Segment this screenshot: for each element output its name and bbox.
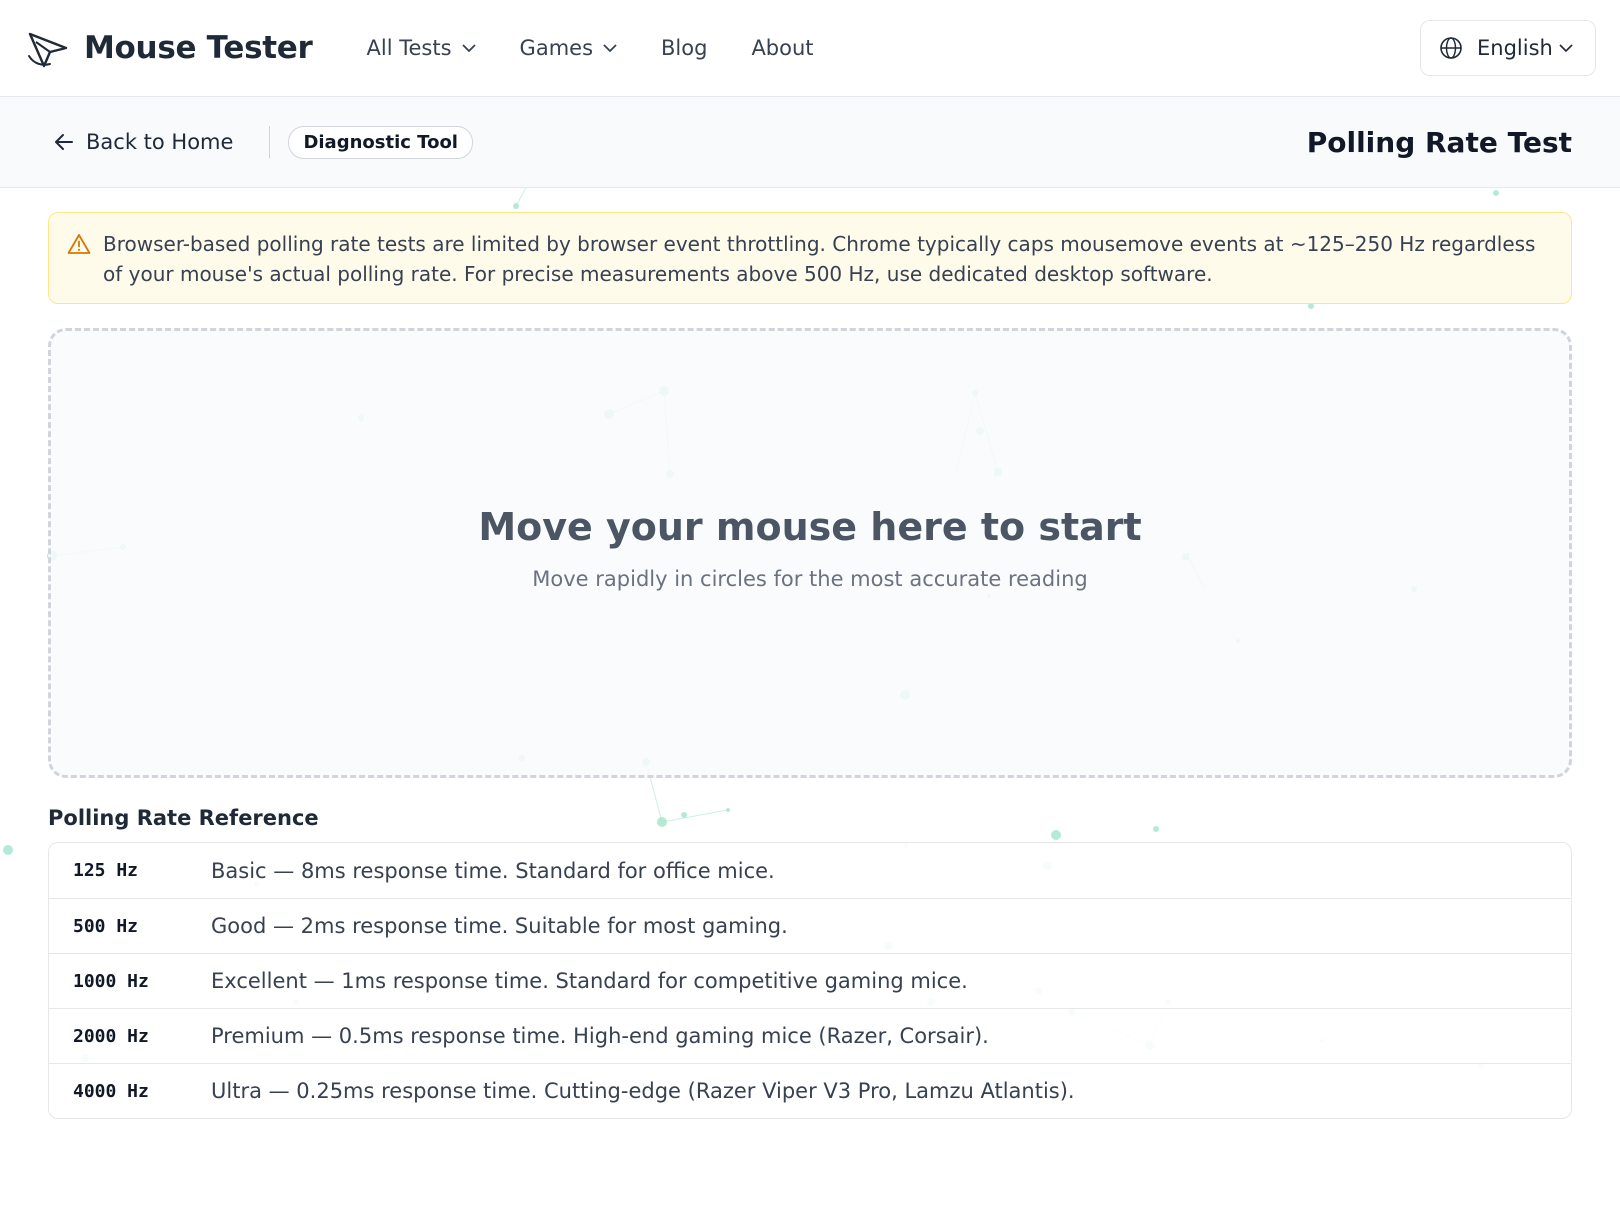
back-to-home-label: Back to Home xyxy=(86,130,234,154)
rate-value: 2000 Hz xyxy=(73,1025,149,1047)
nav-all-tests-label: All Tests xyxy=(366,36,452,60)
arrow-left-icon xyxy=(55,134,73,150)
table-row: 4000 Hz Ultra — 0.25ms response time. Cu… xyxy=(49,1063,1571,1118)
brand-name: Mouse Tester xyxy=(84,30,313,66)
table-row: 125 Hz Basic — 8ms response time. Standa… xyxy=(49,843,1571,898)
browser-limit-warning: Browser-based polling rate tests are lim… xyxy=(48,212,1572,304)
warning-triangle-icon xyxy=(67,234,91,254)
globe-icon xyxy=(1440,37,1462,59)
nav-all-tests[interactable]: All Tests xyxy=(367,36,476,60)
divider xyxy=(269,126,271,158)
reference-title: Polling Rate Reference xyxy=(48,806,319,830)
reference-table: 125 Hz Basic — 8ms response time. Standa… xyxy=(48,842,1572,1119)
page-title: Polling Rate Test xyxy=(1306,125,1572,159)
rate-description: Basic — 8ms response time. Standard for … xyxy=(211,858,775,883)
table-row: 500 Hz Good — 2ms response time. Suitabl… xyxy=(49,898,1571,953)
nav-about[interactable]: About xyxy=(751,36,813,60)
nav-about-label: About xyxy=(751,36,814,60)
test-area-subtitle: Move rapidly in circles for the most acc… xyxy=(532,567,1088,591)
rate-description: Excellent — 1ms response time. Standard … xyxy=(211,969,968,993)
table-row: 2000 Hz Premium — 0.5ms response time. H… xyxy=(49,1008,1571,1063)
language-selector[interactable]: English xyxy=(1420,20,1596,76)
rate-value: 1000 Hz xyxy=(73,970,149,992)
rate-description: Premium — 0.5ms response time. High-end … xyxy=(211,1024,989,1048)
nav-blog[interactable]: Blog xyxy=(661,36,707,60)
nav-blog-label: Blog xyxy=(661,36,708,60)
rate-value: 4000 Hz xyxy=(73,1080,149,1102)
brand-logo-link[interactable]: Mouse Tester xyxy=(26,28,313,68)
rate-description: Ultra — 0.25ms response time. Cutting-ed… xyxy=(211,1079,1075,1103)
nav-games-label: Games xyxy=(519,36,594,60)
chevron-down-icon xyxy=(461,43,476,52)
table-row: 1000 Hz Excellent — 1ms response time. S… xyxy=(49,953,1571,1008)
polling-test-area[interactable]: Move your mouse here to start Move rapid… xyxy=(48,328,1572,778)
top-navbar: Mouse Tester All Tests Games Blog About xyxy=(0,0,1620,97)
chevron-down-icon xyxy=(603,43,617,52)
main-nav: All Tests Games Blog About xyxy=(367,36,814,60)
main-content: Browser-based polling rate tests are lim… xyxy=(0,188,1620,1119)
cursor-logo-icon xyxy=(28,32,68,68)
chevron-down-icon xyxy=(1559,43,1573,52)
back-to-home-link[interactable]: Back to Home xyxy=(54,130,233,154)
rate-value: 500 Hz xyxy=(73,915,139,937)
nav-games[interactable]: Games xyxy=(520,36,617,60)
language-label: English xyxy=(1477,36,1553,60)
page-subheader: Back to Home Diagnostic Tool Polling Rat… xyxy=(0,97,1620,188)
warning-text: Browser-based polling rate tests are lim… xyxy=(103,232,1536,286)
test-area-title: Move your mouse here to start xyxy=(478,505,1142,549)
category-badge: Diagnostic Tool xyxy=(288,125,473,159)
rate-value: 125 Hz xyxy=(73,860,139,881)
rate-description: Good — 2ms response time. Suitable for m… xyxy=(211,914,788,938)
